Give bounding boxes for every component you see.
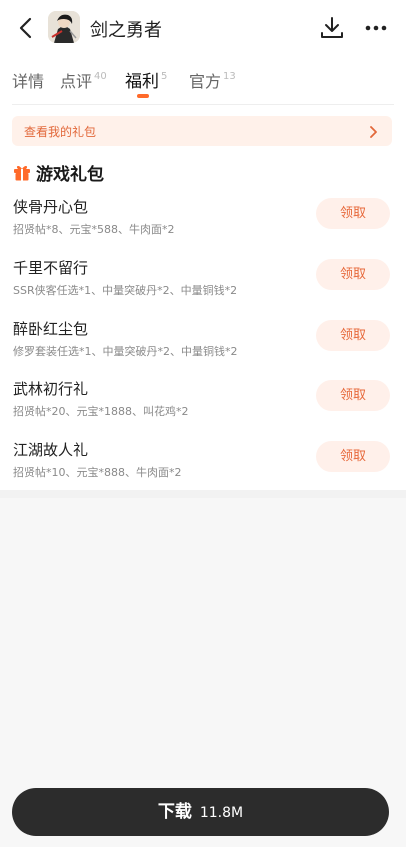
claim-button[interactable]: 领取	[316, 380, 390, 411]
tab-count: 13	[223, 71, 236, 82]
section-title: 游戏礼包	[36, 165, 104, 185]
more-dots-icon[interactable]	[362, 14, 390, 42]
top-bar: 剑之勇者	[0, 6, 406, 50]
gift-desc: 招贤帖*8、元宝*588、牛肉面*2	[13, 223, 175, 236]
gift-item: 武林初行礼 招贤帖*20、元宝*1888、叫花鸡*2 领取	[0, 378, 406, 434]
download-size: 11.8M	[199, 805, 244, 821]
claim-button[interactable]: 领取	[316, 198, 390, 229]
claim-button[interactable]: 领取	[316, 259, 390, 290]
tab-bar: 详情 点评 40 福利 5 官方 13	[0, 60, 406, 100]
gift-name: 侠骨丹心包	[13, 198, 89, 216]
chevron-right-icon	[368, 124, 378, 138]
gift-name: 武林初行礼	[13, 380, 89, 398]
gift-icon	[12, 162, 32, 182]
download-icon[interactable]	[318, 14, 346, 42]
tab-label: 福利	[125, 72, 159, 92]
app-title: 剑之勇者	[90, 20, 162, 41]
gift-item: 江湖故人礼 招贤帖*10、元宝*888、牛肉面*2 领取	[0, 439, 406, 495]
gift-desc: SSR侠客任选*1、中量突破丹*2、中量铜钱*2	[13, 284, 238, 297]
gift-desc: 招贤帖*10、元宝*888、牛肉面*2	[13, 466, 182, 479]
gift-desc: 修罗套装任选*1、中量突破丹*2、中量铜钱*2	[13, 345, 238, 358]
download-button[interactable]: 下载 11.8M	[12, 788, 389, 836]
divider	[12, 104, 394, 105]
active-tab-indicator	[137, 94, 149, 98]
gift-item: 醉卧红尘包 修罗套装任选*1、中量突破丹*2、中量铜钱*2 领取	[0, 318, 406, 374]
tab-label: 官方	[189, 72, 222, 91]
gift-name: 江湖故人礼	[13, 441, 89, 459]
tab-count: 5	[161, 71, 168, 82]
claim-button[interactable]: 领取	[316, 320, 390, 351]
tab-benefits[interactable]: 福利 5	[125, 67, 167, 92]
my-gifts-banner[interactable]: 查看我的礼包	[12, 116, 392, 146]
gift-item: 千里不留行 SSR侠客任选*1、中量突破丹*2、中量铜钱*2 领取	[0, 257, 406, 313]
my-gifts-label: 查看我的礼包	[24, 125, 97, 139]
tab-reviews[interactable]: 点评 40	[60, 68, 107, 92]
app-icon	[48, 11, 80, 43]
chevron-left-icon[interactable]	[12, 14, 40, 42]
gift-desc: 招贤帖*20、元宝*1888、叫花鸡*2	[13, 405, 189, 418]
main-card: 剑之勇者 详情 点评 40 福利 5 官方 13 查看我的礼包 游戏礼包 侠骨丹…	[0, 0, 406, 490]
gift-item: 侠骨丹心包 招贤帖*8、元宝*588、牛肉面*2 领取	[0, 196, 406, 252]
download-label: 下载	[157, 802, 192, 822]
claim-button[interactable]: 领取	[316, 441, 390, 472]
tab-details[interactable]: 详情	[12, 68, 44, 92]
tab-label: 点评	[60, 72, 93, 91]
tab-label: 详情	[12, 72, 45, 91]
tab-official[interactable]: 官方 13	[189, 68, 236, 92]
gift-name: 醉卧红尘包	[13, 320, 89, 338]
gift-name: 千里不留行	[13, 259, 89, 277]
tab-count: 40	[94, 71, 107, 82]
